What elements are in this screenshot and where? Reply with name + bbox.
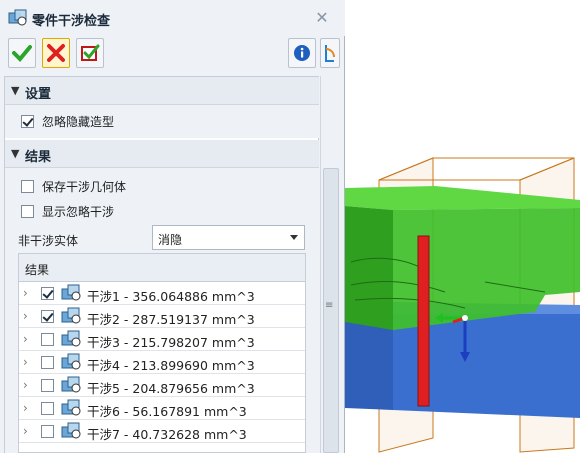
result-row[interactable]: › 干涉3 - 215.798207 mm^3	[19, 328, 305, 351]
save-geometry-checkbox[interactable]	[21, 179, 34, 193]
settings-header-label: 设置	[25, 87, 52, 102]
interference-result-icon	[61, 353, 81, 370]
red-interference-pin	[417, 235, 430, 407]
check-icon	[12, 45, 32, 62]
settings-section-header[interactable]: ▼ 设置	[5, 77, 319, 105]
chevron-right-icon[interactable]: ›	[23, 378, 28, 392]
result-checkbox[interactable]	[41, 425, 54, 438]
pin-icon	[325, 45, 335, 62]
ignore-hidden-checkbox[interactable]	[21, 114, 34, 128]
interference-check-panel: 零件干涉检查 ✕ ▼ 设置 忽略隐藏造型 ▼ 结果 保存干涉几何体 显示忽略干涉…	[0, 0, 345, 453]
chevron-right-icon[interactable]: ›	[23, 401, 28, 415]
result-row[interactable]: › 干涉7 - 40.732628 mm^3	[19, 420, 305, 443]
show-ignored-label: 显示忽略干涉	[42, 204, 115, 219]
model-view	[345, 157, 580, 453]
result-row[interactable]: › 干涉5 - 204.879656 mm^3	[19, 374, 305, 397]
results-list-header-label: 结果	[25, 263, 50, 277]
info-icon	[294, 45, 310, 61]
interference-result-icon	[61, 330, 81, 347]
result-row[interactable]: › 干涉1 - 356.064886 mm^3	[19, 282, 305, 305]
panel-titlebar: 零件干涉检查 ✕	[0, 0, 345, 36]
interference-result-icon	[61, 422, 81, 439]
results-section-header[interactable]: ▼ 结果	[5, 140, 319, 168]
chevron-right-icon[interactable]: ›	[23, 424, 28, 438]
result-label: 干涉6 - 56.167891 mm^3	[87, 404, 247, 419]
interference-result-icon	[61, 284, 81, 301]
ignore-hidden-label: 忽略隐藏造型	[42, 114, 115, 129]
chevron-right-icon[interactable]: ›	[23, 286, 28, 300]
chevron-right-icon[interactable]: ›	[23, 355, 28, 369]
non-interference-label: 非干涉实体	[18, 234, 79, 248]
results-list: 结果 › 干涉1 - 356.064886 mm^3 › 干涉2 - 287.5191…	[18, 253, 306, 453]
vertical-scrollbar[interactable]: ≡	[320, 76, 340, 453]
result-row[interactable]: › 干涉4 - 213.899690 mm^3	[19, 351, 305, 374]
save-geometry-row[interactable]: 保存干涉几何体	[21, 176, 126, 196]
result-label: 干涉4 - 213.899690 mm^3	[87, 358, 255, 373]
result-label: 干涉3 - 215.798207 mm^3	[87, 335, 255, 350]
3d-viewport[interactable]	[345, 0, 580, 453]
non-interference-dropdown[interactable]: 消隐	[152, 225, 305, 250]
collapse-arrow-icon: ▼	[11, 84, 20, 97]
apply-button[interactable]	[76, 38, 104, 68]
result-checkbox[interactable]	[41, 356, 54, 369]
result-label: 干涉7 - 40.732628 mm^3	[87, 427, 247, 442]
result-checkbox[interactable]	[41, 287, 54, 300]
result-label: 干涉5 - 204.879656 mm^3	[87, 381, 255, 396]
collapse-arrow-icon: ▼	[11, 147, 20, 160]
close-icon[interactable]: ✕	[313, 9, 331, 27]
non-interference-value: 消隐	[158, 233, 183, 247]
pin-button[interactable]	[320, 38, 340, 68]
green-block-side	[345, 206, 393, 330]
panel-toolbar	[0, 38, 345, 72]
info-button[interactable]	[288, 38, 316, 68]
apply-check-icon	[81, 44, 100, 61]
result-label: 干涉2 - 287.519137 mm^3	[87, 312, 255, 327]
result-checkbox[interactable]	[41, 402, 54, 415]
result-row[interactable]: › 干涉2 - 287.519137 mm^3	[19, 305, 305, 328]
interference-result-icon	[61, 376, 81, 393]
settings-section-body: 忽略隐藏造型	[5, 105, 319, 138]
result-checkbox[interactable]	[41, 310, 54, 323]
show-ignored-row[interactable]: 显示忽略干涉	[21, 201, 114, 221]
result-checkbox[interactable]	[41, 333, 54, 346]
interference-result-icon	[61, 307, 81, 324]
panel-title: 零件干涉检查	[32, 14, 111, 29]
chevron-right-icon[interactable]: ›	[23, 309, 28, 323]
chevron-down-icon	[290, 235, 298, 240]
interference-result-icon	[61, 399, 81, 416]
result-row[interactable]: › 干涉6 - 56.167891 mm^3	[19, 397, 305, 420]
results-header-label: 结果	[25, 150, 52, 165]
interference-check-icon	[8, 9, 27, 26]
chevron-right-icon[interactable]: ›	[23, 332, 28, 346]
scrollbar-grip-icon: ≡	[325, 300, 334, 311]
ignore-hidden-row[interactable]: 忽略隐藏造型	[21, 111, 114, 131]
ok-button[interactable]	[8, 38, 36, 68]
result-label: 干涉1 - 356.064886 mm^3	[87, 289, 255, 304]
show-ignored-checkbox[interactable]	[21, 204, 34, 218]
x-icon	[47, 44, 65, 62]
result-checkbox[interactable]	[41, 379, 54, 392]
results-list-header: 结果	[19, 254, 305, 282]
cancel-button[interactable]	[42, 38, 70, 68]
save-geometry-label: 保存干涉几何体	[42, 179, 127, 194]
